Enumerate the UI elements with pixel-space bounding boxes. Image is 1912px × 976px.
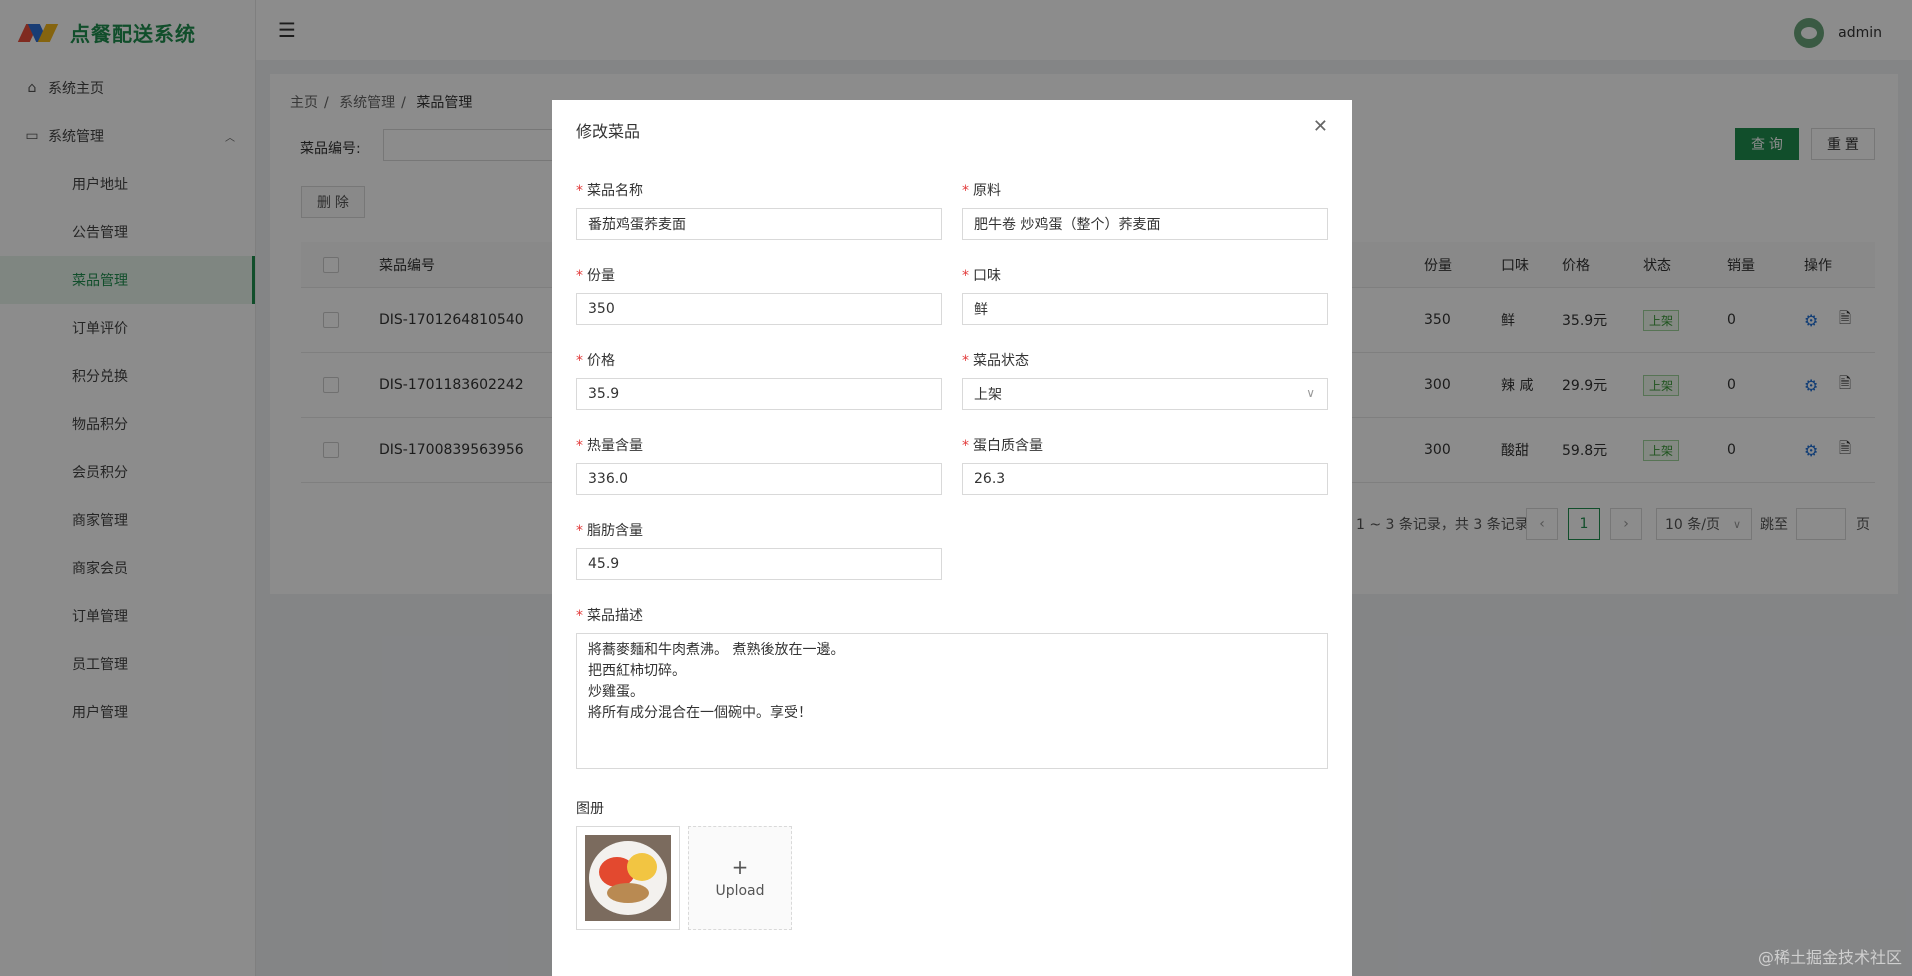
field-label-portion: * 份量 <box>576 265 615 285</box>
modal-title: 修改菜品 <box>576 122 641 141</box>
status-select-value: 上架 <box>974 387 1002 403</box>
chevron-down-icon: ∨ <box>1306 386 1315 400</box>
field-label-price: * 价格 <box>576 350 615 370</box>
required-mark: * <box>576 438 583 454</box>
protein-input[interactable]: 26.3 <box>962 463 1328 495</box>
required-mark: * <box>576 353 583 369</box>
gallery-thumbnail[interactable] <box>576 826 680 930</box>
label-text: 热量含量 <box>587 438 643 454</box>
label-text: 原料 <box>973 183 1001 199</box>
fat-input[interactable]: 45.9 <box>576 548 942 580</box>
upload-button[interactable]: + Upload <box>688 826 792 930</box>
label-text: 蛋白质含量 <box>973 438 1043 454</box>
required-mark: * <box>962 438 969 454</box>
field-label-taste: * 口味 <box>962 265 1001 285</box>
field-label-protein: * 蛋白质含量 <box>962 435 1043 455</box>
dish-name-input[interactable]: 番茄鸡蛋荞麦面 <box>576 208 942 240</box>
dish-photo <box>585 835 671 921</box>
required-mark: * <box>576 268 583 284</box>
calories-input[interactable]: 336.0 <box>576 463 942 495</box>
required-mark: * <box>962 353 969 369</box>
portion-input[interactable]: 350 <box>576 293 942 325</box>
field-label-calories: * 热量含量 <box>576 435 643 455</box>
label-text: 价格 <box>587 353 615 369</box>
label-text: 份量 <box>587 268 615 284</box>
required-mark: * <box>576 523 583 539</box>
close-icon[interactable]: ✕ <box>1313 116 1328 137</box>
label-text: 脂肪含量 <box>587 523 643 539</box>
plus-icon: + <box>731 855 749 879</box>
label-text: 菜品描述 <box>587 608 643 624</box>
label-text: 菜品状态 <box>973 353 1029 369</box>
required-mark: * <box>576 183 583 199</box>
taste-input[interactable]: 鲜 <box>962 293 1328 325</box>
required-mark: * <box>962 268 969 284</box>
required-mark: * <box>962 183 969 199</box>
ingredients-input[interactable]: 肥牛卷 炒鸡蛋（整个）荞麦面 <box>962 208 1328 240</box>
upload-label: Upload <box>715 883 765 899</box>
label-text: 菜品名称 <box>587 183 643 199</box>
field-label-fat: * 脂肪含量 <box>576 520 643 540</box>
price-input[interactable]: 35.9 <box>576 378 942 410</box>
required-mark: * <box>576 608 583 624</box>
field-label-description: * 菜品描述 <box>576 605 643 625</box>
label-text: 口味 <box>973 268 1001 284</box>
gallery-label: 图册 <box>576 801 604 817</box>
description-textarea[interactable]: 將蕎麥麵和牛肉煮沸。 煮熟後放在一邊。 把西紅柿切碎。 炒雞蛋。 將所有成分混合… <box>576 633 1328 769</box>
field-label-ingredients: * 原料 <box>962 180 1001 200</box>
watermark: @稀土掘金技术社区 <box>1757 948 1902 967</box>
status-select[interactable]: 上架 ∨ <box>962 378 1328 410</box>
edit-dish-modal: 修改菜品 ✕ * 菜品名称 番茄鸡蛋荞麦面 * 原料 肥牛卷 炒鸡蛋（整个）荞麦面 … <box>552 100 1352 976</box>
field-label-status: * 菜品状态 <box>962 350 1029 370</box>
field-label-name: * 菜品名称 <box>576 180 643 200</box>
